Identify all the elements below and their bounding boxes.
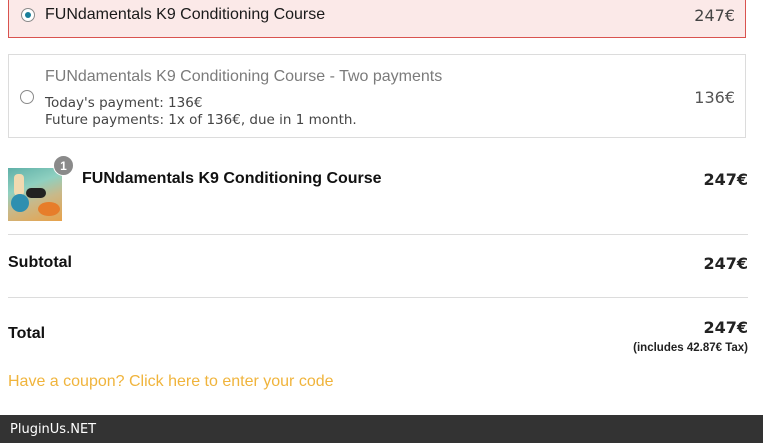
divider [8,234,748,235]
tax-note: (includes 42.87€ Tax) [633,342,748,354]
subtotal-value: 247€ [703,254,748,273]
payment-option-two-payments[interactable]: FUNdamentals K9 Conditioning Course - Tw… [8,54,746,138]
payment-option-price: 136€ [694,88,735,107]
payment-option-title: FUNdamentals K9 Conditioning Course [45,6,326,23]
payment-option-full[interactable]: FUNdamentals K9 Conditioning Course 247€ [8,0,746,38]
product-thumbnail [8,168,62,221]
radio-button[interactable] [20,90,34,104]
total-label: Total [8,325,46,342]
total-value: 247€ [703,318,748,337]
divider [8,297,748,298]
radio-button-selected[interactable] [21,8,35,22]
product-name: FUNdamentals K9 Conditioning Course [82,170,382,187]
payment-option-price: 247€ [694,6,735,25]
subtotal-label: Subtotal [8,254,72,271]
footer-bar: PluginUs.NET [0,415,763,443]
quantity-badge: 1 [53,155,74,176]
future-payments-text: Future payments: 1x of 136€, due in 1 mo… [45,112,357,128]
payment-option-title: FUNdamentals K9 Conditioning Course - Tw… [45,68,443,85]
today-payment-text: Today's payment: 136€ [45,95,203,111]
product-price: 247€ [703,170,748,189]
footer-brand: PluginUs.NET [10,422,97,437]
coupon-link[interactable]: Have a coupon? Click here to enter your … [8,373,334,391]
order-item-row: 1 FUNdamentals K9 Conditioning Course 24… [8,155,748,230]
